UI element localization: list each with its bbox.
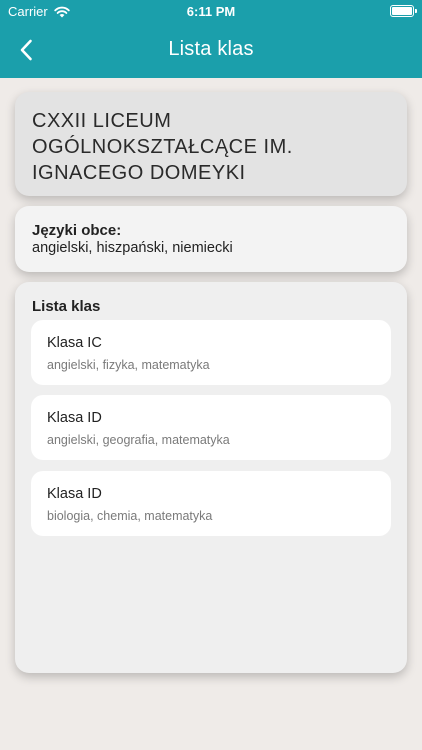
class-subjects: biologia, chemia, matematyka (47, 509, 213, 523)
class-name: Klasa ID (47, 486, 102, 502)
app-screen: Carrier 6:11 PM Lista klas CXXII LICEUM … (0, 0, 422, 750)
school-name: CXXII LICEUM OGÓLNOKSZTAŁCĄCE IM. IGNACE… (32, 110, 293, 184)
status-bar: Carrier 6:11 PM (0, 0, 422, 22)
navigation-bar: Lista klas (0, 22, 422, 78)
languages-label: Języki obce: (32, 222, 122, 239)
class-list-item[interactable]: Klasa IC angielski, fizyka, matematyka (31, 320, 391, 385)
class-name: Klasa ID (47, 410, 102, 426)
top-bar: Carrier 6:11 PM Lista klas (0, 0, 422, 78)
battery-icon (390, 5, 417, 17)
class-list-card: Lista klas Klasa IC angielski, fizyka, m… (15, 282, 407, 673)
class-list-item[interactable]: Klasa ID biologia, chemia, matematyka (31, 471, 391, 536)
status-time: 6:11 PM (186, 4, 236, 19)
class-name: Klasa IC (47, 335, 102, 351)
class-subjects: angielski, geografia, matematyka (47, 433, 230, 447)
page-title: Lista klas (168, 38, 254, 60)
class-subjects: angielski, fizyka, matematyka (47, 358, 210, 372)
languages-value: angielski, hiszpański, niemiecki (32, 240, 233, 256)
school-card: CXXII LICEUM OGÓLNOKSZTAŁCĄCE IM. IGNACE… (15, 92, 407, 196)
class-list-item[interactable]: Klasa ID angielski, geografia, matematyk… (31, 395, 391, 460)
languages-card: Języki obce: angielski, hiszpański, niem… (15, 206, 407, 272)
class-list-title: Lista klas (32, 298, 101, 315)
